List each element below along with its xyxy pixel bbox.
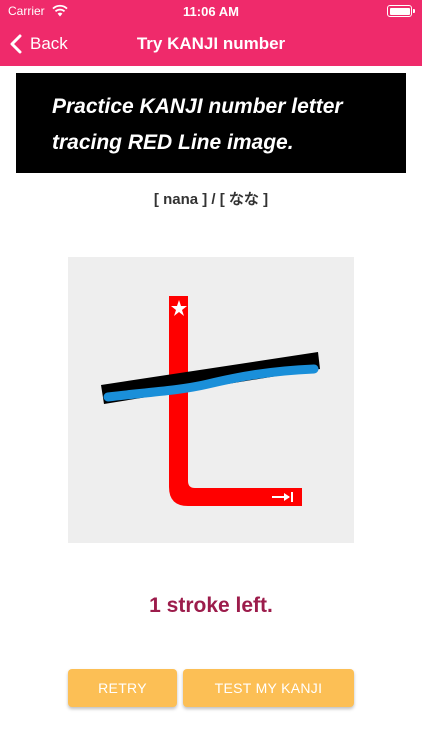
strokes-left-message: 1 stroke left. (149, 594, 273, 617)
retry-button[interactable]: RETRY (68, 669, 177, 707)
guide-stroke-vertical (169, 296, 302, 506)
instruction-line-1: Practice KANJI number letter (52, 95, 343, 118)
navigation-bar: Back Try KANJI number (0, 22, 422, 66)
instruction-banner: Practice KANJI number letter tracing RED… (16, 73, 406, 173)
clock: 11:06 AM (183, 4, 239, 19)
kanji-tracing-drawing (101, 296, 320, 506)
battery-icon (387, 5, 415, 17)
page-title: Try KANJI number (136, 34, 286, 53)
status-bar: Carrier 11:06 AM (0, 0, 422, 22)
kanji-reading: [ nana ] / [ なな ] (153, 191, 269, 208)
tracing-canvas[interactable] (68, 257, 354, 543)
instruction-line-2: tracing RED Line image. (52, 131, 294, 154)
test-my-kanji-button[interactable]: TEST MY KANJI (183, 669, 354, 707)
